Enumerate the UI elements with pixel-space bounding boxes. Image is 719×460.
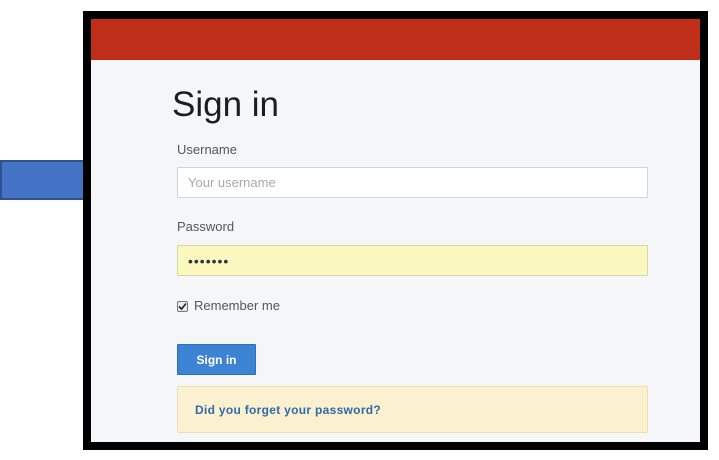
password-input[interactable]: ••••••• xyxy=(177,245,648,276)
remember-me-row[interactable]: Remember me xyxy=(177,298,280,314)
screenshot-stage: Sign in Username Password ••••••• Rememb… xyxy=(0,0,719,460)
remember-me-checkbox[interactable] xyxy=(177,300,188,312)
header-bar xyxy=(91,19,700,60)
login-window: Sign in Username Password ••••••• Rememb… xyxy=(83,11,708,450)
remember-me-label: Remember me xyxy=(194,298,280,313)
page-title: Sign in xyxy=(172,85,280,124)
username-label: Username xyxy=(177,142,237,157)
sign-in-button[interactable]: Sign in xyxy=(177,344,256,375)
forgot-password-link[interactable]: Did you forget your password? xyxy=(195,402,381,418)
password-label: Password xyxy=(177,219,235,234)
username-input[interactable] xyxy=(177,167,648,198)
checkmark-icon xyxy=(178,302,187,310)
forgot-password-notice: Did you forget your password? xyxy=(177,386,648,433)
